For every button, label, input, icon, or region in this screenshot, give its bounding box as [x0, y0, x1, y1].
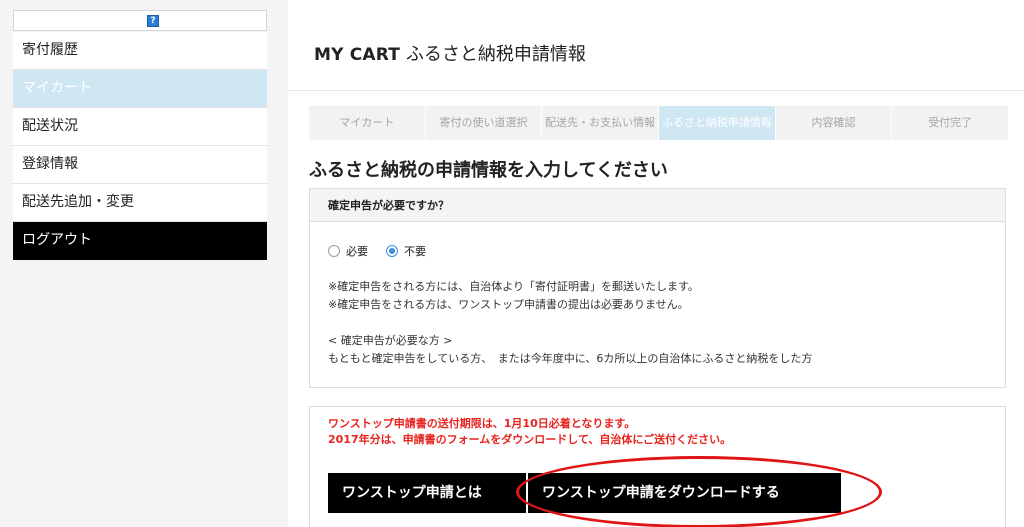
radio-required[interactable]: 必要 [328, 243, 368, 259]
note-certificate: ※確定申告をされる方には、自治体より「寄付証明書」を郵送いたします。 [328, 280, 699, 293]
sidebar-item-shipping-status[interactable]: 配送状況 [13, 108, 267, 146]
step-furusato-application: ふるさと納税申請情報 [659, 106, 776, 140]
onestop-download-notice: 2017年分は、申請書のフォームをダウンロードして、自治体にご送付ください。 [328, 433, 732, 446]
help-icon[interactable]: ? [147, 15, 159, 27]
radio-required-label: 必要 [346, 245, 368, 258]
sidebar: ? 寄付履歴 マイカート 配送状況 登録情報 配送先追加・変更 ログアウト [0, 0, 288, 527]
onestop-deadline-notice: ワンストップ申請書の送付期限は、1月10日必着となります。 [328, 417, 636, 430]
section-heading: ふるさと納税の申請情報を入力してください [309, 160, 668, 181]
tax-return-panel: 確定申告が必要ですか？ 必要 不要 ※確定申告をされる方には、自治体より「寄付証… [309, 188, 1006, 388]
about-onestop-button[interactable]: ワンストップ申請とは [328, 473, 526, 513]
main-content: MY CART ふるさと納税申請情報 マイカート 寄付の使い道選択 配送先・お支… [288, 0, 1024, 527]
radio-not-required[interactable]: 不要 [386, 243, 426, 259]
progress-steps: マイカート 寄付の使い道選択 配送先・お支払い情報 ふるさと納税申請情報 内容確… [309, 106, 1010, 140]
step-complete: 受付完了 [892, 106, 1010, 140]
onestop-panel: ワンストップ申請書の送付期限は、1月10日必着となります。 2017年分は、申請… [309, 406, 1006, 527]
radio-not-required-label: 不要 [404, 245, 426, 258]
radio-not-required-circle[interactable] [386, 245, 398, 257]
note-who-needs-heading: < 確定申告が必要な方 > [328, 334, 453, 347]
title-divider [288, 90, 1024, 91]
note-onestop-not-needed: ※確定申告をされる方は、ワンストップ申請書の提出は必要ありません。 [328, 298, 689, 311]
sidebar-item-registration-info[interactable]: 登録情報 [13, 146, 267, 184]
sidebar-item-delivery-address[interactable]: 配送先追加・変更 [13, 184, 267, 222]
sidebar-item-my-cart[interactable]: マイカート [13, 70, 267, 108]
sidebar-item-donation-history[interactable]: 寄付履歴 [13, 32, 267, 70]
step-confirm: 内容確認 [775, 106, 893, 140]
tax-return-question: 確定申告が必要ですか？ [310, 189, 1005, 222]
step-usage-selection: 寄付の使い道選択 [425, 106, 543, 140]
tax-return-radio-group: 必要 不要 [328, 243, 444, 259]
sidebar-item-logout[interactable]: ログアウト [13, 222, 267, 260]
highlight-ring [516, 456, 882, 527]
sidebar-menu: 寄付履歴 マイカート 配送状況 登録情報 配送先追加・変更 ログアウト [13, 32, 267, 260]
page-title-jp: ふるさと納税申請情報 [405, 44, 586, 65]
sidebar-header-bar: ? [13, 10, 267, 31]
page-title: MY CART ふるさと納税申請情報 [314, 40, 586, 66]
step-shipping-payment: 配送先・お支払い情報 [542, 106, 660, 140]
radio-required-circle[interactable] [328, 245, 340, 257]
page-title-en: MY CART [314, 45, 401, 65]
note-who-needs-detail: もともと確定申告をしている方、 または今年度中に、6カ所以上の自治体にふるさと納… [328, 352, 813, 365]
step-my-cart: マイカート [309, 106, 426, 140]
